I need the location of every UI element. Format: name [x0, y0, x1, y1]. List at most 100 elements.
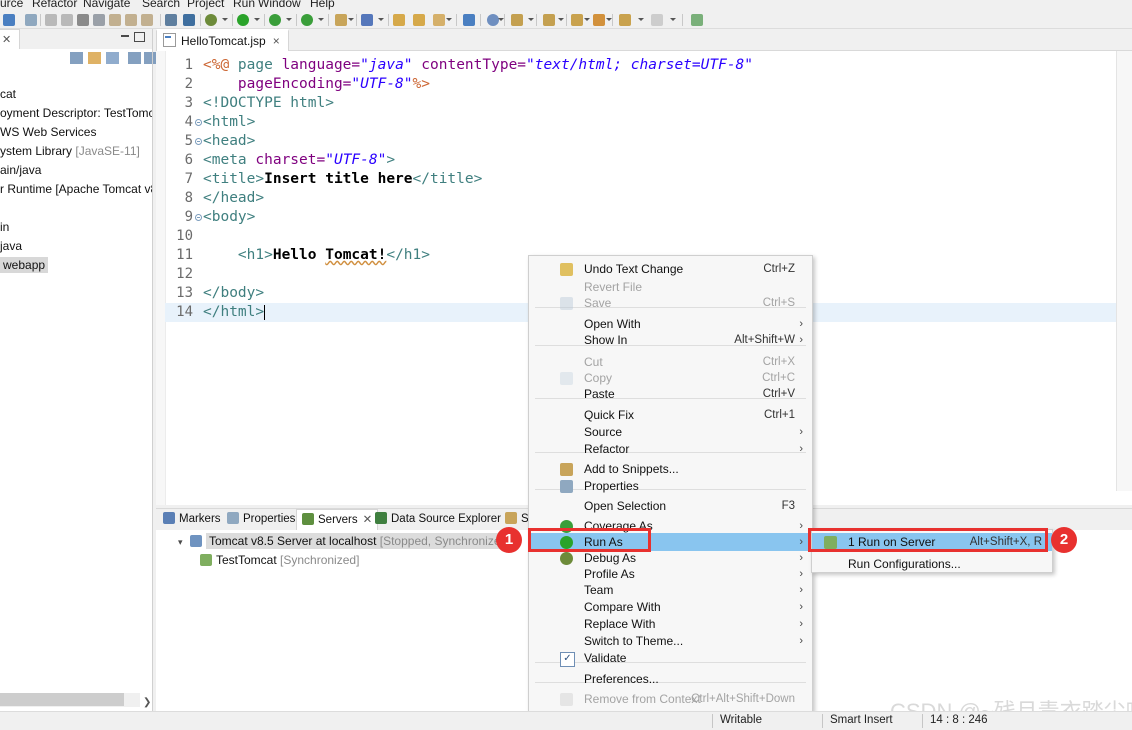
editor-overview-ruler[interactable] — [1116, 51, 1132, 491]
menu-item-undo-text-change[interactable]: Undo Text Change Ctrl+Z — [529, 260, 812, 278]
drop-to-frame-icon[interactable] — [140, 13, 155, 27]
tree-item[interactable]: in — [0, 218, 9, 237]
menu-item-add-to-snippets[interactable]: Add to Snippets... — [529, 460, 812, 478]
maximize-icon[interactable] — [134, 32, 145, 42]
menu-item-compare-with[interactable]: Compare With › — [529, 598, 812, 616]
chevron-down-icon[interactable] — [558, 18, 564, 21]
tree-item[interactable]: r Runtime [Apache Tomcat v8. — [0, 180, 152, 199]
open-resource-icon[interactable] — [412, 13, 427, 27]
skip-breakpoints-icon[interactable] — [164, 13, 179, 27]
menu-item-open-selection[interactable]: Open Selection F3 — [529, 497, 812, 515]
coverage-icon[interactable] — [268, 13, 283, 27]
chevron-down-icon[interactable] — [606, 18, 612, 21]
close-icon[interactable]: × — [273, 34, 280, 48]
chevron-down-icon[interactable] — [348, 18, 354, 21]
code-line[interactable]: 9 <body> — [165, 208, 1115, 227]
code-line[interactable]: 3 <!DOCTYPE html> — [165, 94, 1115, 113]
minimize-icon[interactable] — [121, 35, 129, 37]
menu-item-remove-from-context[interactable]: Remove from Context Ctrl+Alt+Shift+Down — [529, 690, 812, 708]
chevron-down-icon[interactable] — [584, 18, 590, 21]
run-icon[interactable] — [236, 13, 251, 27]
link-with-editor-icon[interactable] — [88, 52, 101, 64]
prev-annotation-icon[interactable] — [618, 13, 633, 27]
step-into-icon[interactable] — [44, 13, 59, 27]
tab-hellotomcat-jsp[interactable]: HelloTomcat.jsp × — [156, 29, 289, 52]
chevron-down-icon[interactable] — [286, 18, 292, 21]
menu-item-properties[interactable]: Properties — [529, 477, 812, 495]
new-java-project-icon[interactable] — [334, 13, 349, 27]
chevron-down-icon[interactable] — [222, 18, 228, 21]
menu-item-replace-with[interactable]: Replace With › — [529, 615, 812, 633]
fold-toggle-icon[interactable] — [195, 214, 202, 221]
step-return-icon[interactable] — [108, 13, 123, 27]
menu-window[interactable]: Window — [258, 0, 301, 10]
tab-markers[interactable]: Markers — [158, 509, 226, 530]
web-browser-icon[interactable] — [462, 13, 477, 27]
menu-item-quick-fix[interactable]: Quick Fix Ctrl+1 — [529, 406, 812, 424]
terminate-icon[interactable] — [76, 13, 91, 27]
code-line[interactable]: 8 </head> — [165, 189, 1115, 208]
code-line[interactable]: 10 — [165, 227, 1115, 246]
tab-properties[interactable]: Properties — [222, 509, 300, 530]
code-line[interactable]: 2 pageEncoding="UTF-8"%> — [165, 75, 1115, 94]
menu-item-team[interactable]: Team › — [529, 581, 812, 599]
code-line[interactable]: 7 <title>Insert title here</title> — [165, 170, 1115, 189]
next-annotation-icon[interactable] — [650, 13, 665, 27]
menu-urce[interactable]: urce — [0, 0, 23, 10]
view-menu-icon[interactable] — [128, 52, 141, 64]
server-row[interactable]: TestTomcat [Synchronized] — [200, 551, 359, 570]
chevron-down-icon[interactable] — [498, 18, 504, 21]
open-folder-icon[interactable] — [392, 13, 407, 27]
export-icon[interactable] — [542, 13, 557, 27]
code-line[interactable]: 4 <html> — [165, 113, 1115, 132]
editor-context-menu[interactable]: Undo Text Change Ctrl+Z Revert File Save Ctr… — [528, 255, 813, 712]
chevron-down-icon[interactable] — [670, 18, 676, 21]
tree-item[interactable]: ystem Library [JavaSE-11] — [0, 142, 140, 161]
filter-icon[interactable] — [106, 52, 119, 64]
tree-item[interactable]: cat — [0, 85, 16, 104]
tab-project-explorer[interactable]: lorer✕ — [0, 29, 21, 50]
menu-search[interactable]: Search — [142, 0, 180, 10]
back-icon[interactable] — [570, 13, 585, 27]
submenu-item-run-configurations[interactable]: Run Configurations... — [812, 555, 1052, 573]
scroll-right-arrow[interactable]: ❯ — [143, 697, 151, 708]
code-line[interactable]: 6 <meta charset="UTF-8"> — [165, 151, 1115, 170]
code-line[interactable]: 1 <%@ page language="java" contentType="t… — [165, 56, 1115, 75]
tab-data-source-explorer[interactable]: Data Source Explorer — [370, 509, 506, 530]
chevron-down-icon[interactable] — [254, 18, 260, 21]
scroll-thumb[interactable] — [0, 693, 124, 706]
project-explorer-hscrollbar[interactable] — [0, 693, 140, 707]
menu-run[interactable]: Run — [233, 0, 255, 10]
debug-icon[interactable] — [204, 13, 219, 27]
disconnect-icon[interactable] — [92, 13, 107, 27]
chevron-down-icon[interactable] — [446, 18, 452, 21]
edit-icon[interactable] — [432, 13, 447, 27]
menu-item-refactor[interactable]: Refactor › — [529, 440, 812, 458]
server-row[interactable]: ▾ Tomcat v8.5 Server at localhost [Stoppe… — [178, 532, 514, 551]
expander-icon[interactable]: ▾ — [178, 533, 190, 552]
chevron-down-icon[interactable] — [378, 18, 384, 21]
resume-icon[interactable] — [124, 13, 139, 27]
close-icon[interactable]: ✕ — [2, 34, 11, 46]
step-over-icon[interactable] — [60, 13, 75, 27]
menu-item-source[interactable]: Source › — [529, 423, 812, 441]
new-class-icon[interactable] — [360, 13, 375, 27]
chevron-down-icon[interactable] — [318, 18, 324, 21]
project-explorer-tree[interactable]: cat oyment Descriptor: TestTomca WS Web Se… — [0, 68, 152, 703]
profile-icon[interactable] — [300, 13, 315, 27]
fold-toggle-icon[interactable] — [195, 119, 202, 126]
menu-refactor[interactable]: Refactor — [32, 0, 77, 10]
open-type-icon[interactable] — [182, 13, 197, 27]
menu-item-paste[interactable]: Paste Ctrl+V — [529, 385, 812, 403]
menu-item-validate[interactable]: ✓ Validate — [529, 649, 812, 667]
menu-item-preferences[interactable]: Preferences... — [529, 670, 812, 688]
tree-item[interactable]: java — [0, 237, 22, 256]
download-icon[interactable] — [510, 13, 525, 27]
code-line[interactable]: 5 <head> — [165, 132, 1115, 151]
menu-help[interactable]: Help — [310, 0, 335, 10]
collapse-all-icon[interactable] — [70, 52, 83, 64]
menu-item-show-in[interactable]: Show In Alt+Shift+W › — [529, 331, 812, 349]
tree-item[interactable]: oyment Descriptor: TestTomca — [0, 104, 152, 123]
forward-icon[interactable] — [592, 13, 607, 27]
tree-item[interactable]: ain/java — [0, 161, 41, 180]
